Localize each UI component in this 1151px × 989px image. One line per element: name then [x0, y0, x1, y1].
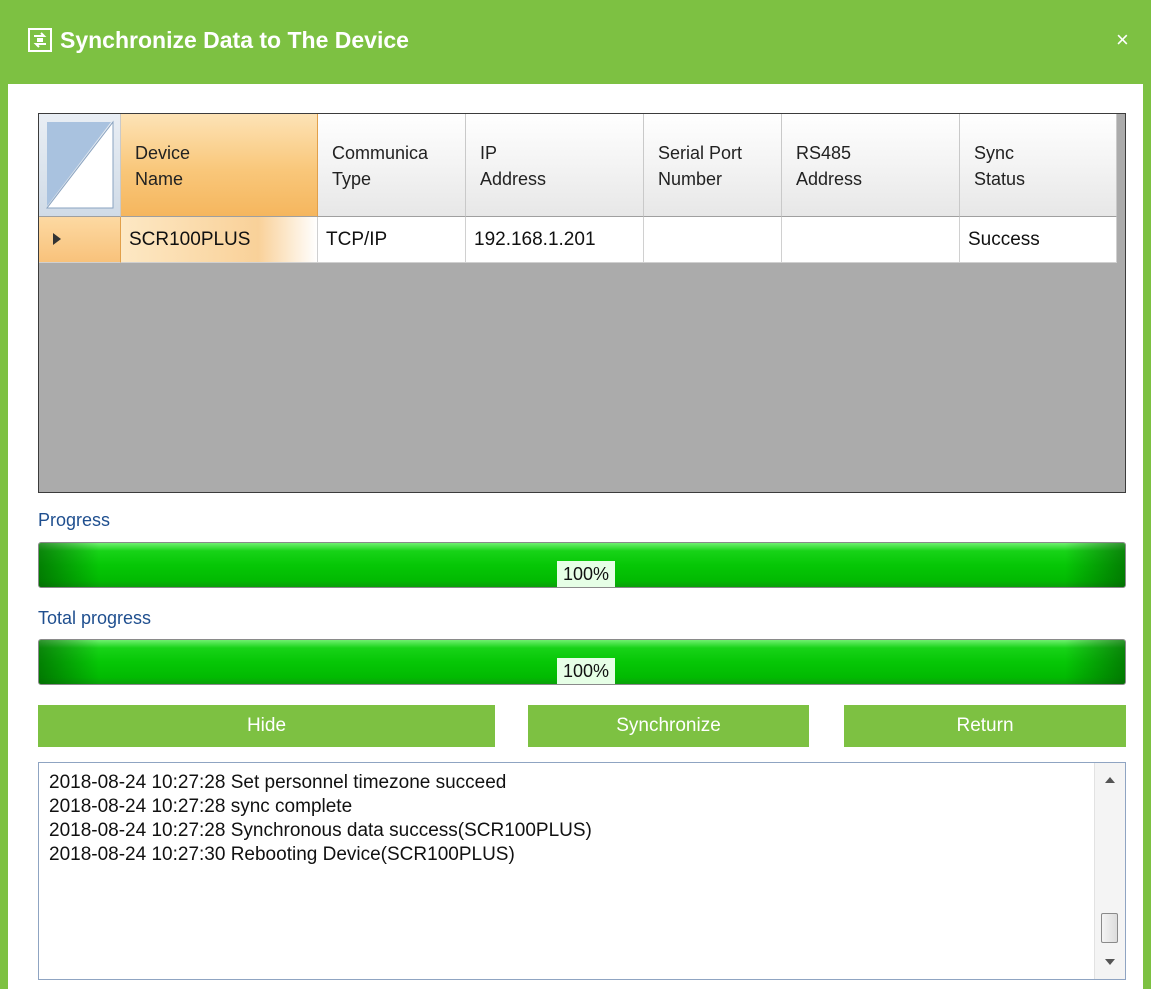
progress-label: Progress	[38, 510, 111, 530]
column-header-rs485-address[interactable]: RS485 Address	[782, 114, 960, 217]
hide-button[interactable]: Hide	[38, 705, 495, 747]
cell-communication-type[interactable]: TCP/IP	[318, 217, 466, 263]
scroll-down-icon[interactable]	[1105, 959, 1115, 965]
dialog-title: Synchronize Data to The Device	[60, 27, 409, 53]
cell-serial-port[interactable]	[644, 217, 782, 263]
current-row-arrow-icon	[53, 233, 61, 245]
table-row[interactable]: SCR100PLUS TCP/IP 192.168.1.201 Success	[39, 217, 1125, 263]
log-text: 2018-08-24 10:27:28 Set personnel timezo…	[49, 771, 592, 867]
corner-triangle-icon	[45, 120, 114, 209]
column-header-serial-port[interactable]: Serial Port Number	[644, 114, 782, 217]
row-indicator[interactable]	[39, 217, 121, 263]
log-scrollbar[interactable]	[1094, 763, 1125, 979]
grid-header-row: Device Name Communica Type IP Address Se…	[39, 114, 1125, 217]
close-icon[interactable]: ×	[1116, 28, 1129, 52]
total-progress-value: 100%	[557, 658, 616, 684]
device-grid[interactable]: Device Name Communica Type IP Address Se…	[38, 113, 1126, 493]
column-header-device-name[interactable]: Device Name	[121, 114, 318, 217]
dialog-body: Device Name Communica Type IP Address Se…	[8, 84, 1143, 989]
cell-sync-status[interactable]: Success	[960, 217, 1117, 263]
title-bar[interactable]: Synchronize Data to The Device ×	[0, 0, 1151, 84]
progress-value: 100%	[557, 561, 616, 587]
sync-log[interactable]: 2018-08-24 10:27:28 Set personnel timezo…	[38, 762, 1126, 980]
cell-device-name[interactable]: SCR100PLUS	[121, 217, 318, 263]
scroll-thumb[interactable]	[1101, 913, 1118, 943]
total-progress-bar: 100%	[38, 639, 1126, 685]
log-line: 2018-08-24 10:27:30 Rebooting Device(SCR…	[49, 844, 515, 865]
total-progress-label: Total progress	[38, 608, 152, 628]
synchronize-button[interactable]: Synchronize	[528, 705, 809, 747]
column-header-sync-status[interactable]: Sync Status	[960, 114, 1117, 217]
select-all-corner[interactable]	[39, 114, 121, 217]
log-line: 2018-08-24 10:27:28 Set personnel timezo…	[49, 772, 507, 793]
return-button[interactable]: Return	[844, 705, 1126, 747]
cell-ip-address[interactable]: 192.168.1.201	[466, 217, 644, 263]
scroll-up-icon[interactable]	[1105, 777, 1115, 783]
log-line: 2018-08-24 10:27:28 Synchronous data suc…	[49, 820, 592, 841]
progress-bar: 100%	[38, 542, 1126, 588]
sync-dialog: Synchronize Data to The Device × Device …	[0, 0, 1151, 989]
log-line: 2018-08-24 10:27:28 sync complete	[49, 796, 353, 817]
column-header-ip-address[interactable]: IP Address	[466, 114, 644, 217]
cell-rs485-address[interactable]	[782, 217, 960, 263]
sync-device-icon	[28, 28, 52, 52]
column-header-communication-type[interactable]: Communica Type	[318, 114, 466, 217]
